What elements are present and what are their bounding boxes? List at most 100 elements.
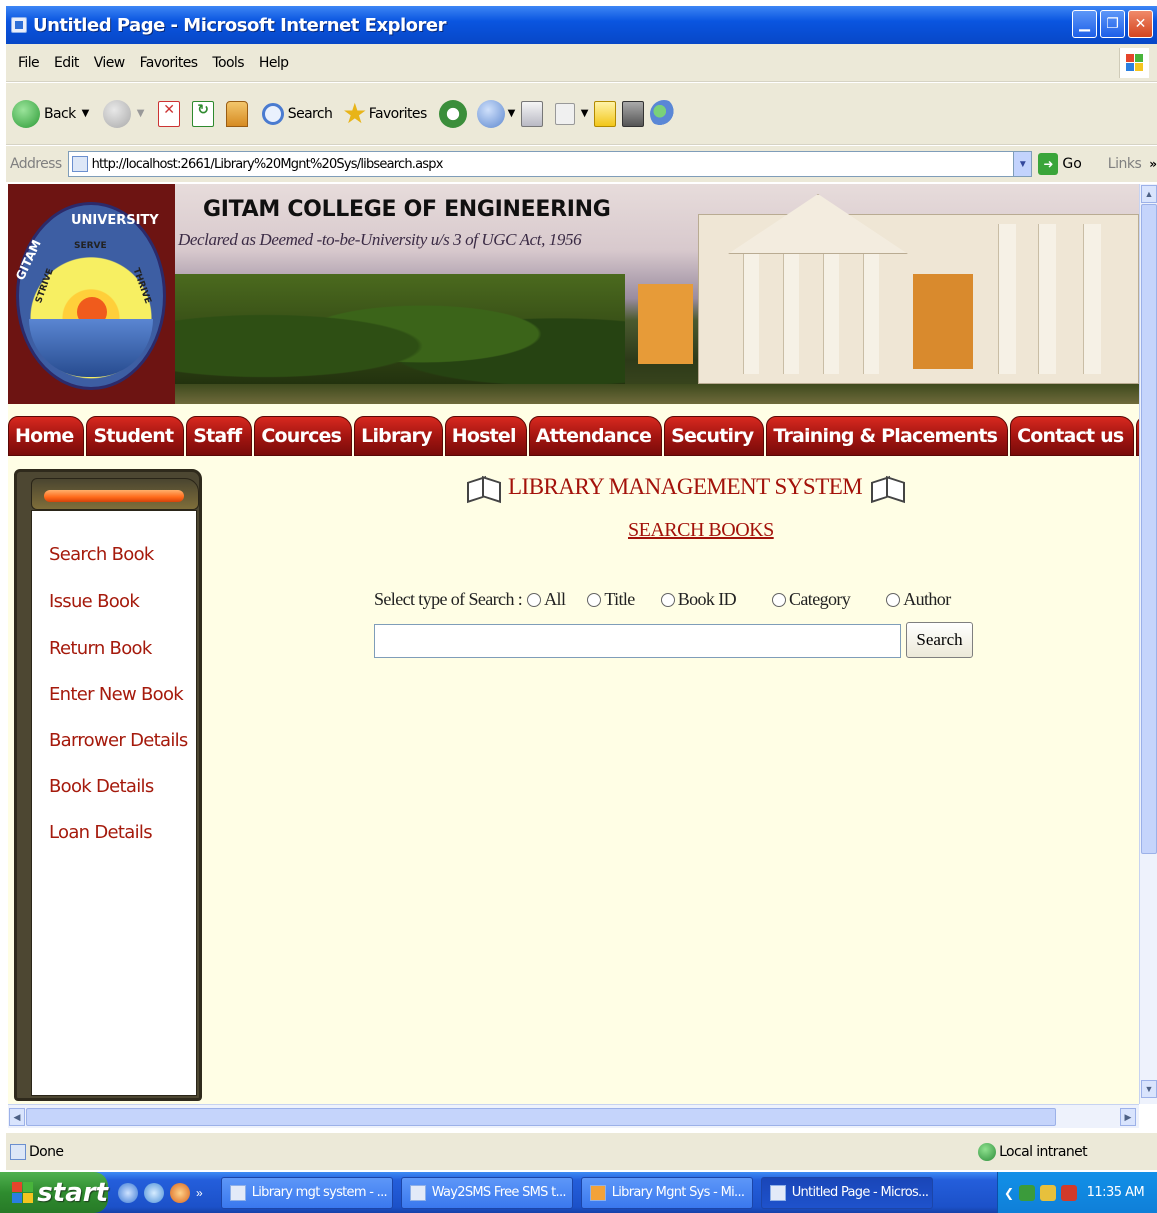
edit-button[interactable]: ▼ bbox=[554, 102, 589, 125]
nav-tab-library[interactable]: Library bbox=[354, 416, 443, 456]
quicklaunch-more-icon[interactable]: » bbox=[196, 1186, 203, 1200]
nav-tab-staff[interactable]: Staff bbox=[186, 416, 253, 456]
search-button[interactable]: Search bbox=[261, 102, 333, 125]
scroll-up-arrow-icon[interactable]: ▲ bbox=[1141, 185, 1157, 203]
radio-circle[interactable] bbox=[527, 592, 542, 607]
side-link-enter-new-book[interactable]: Enter New Book bbox=[49, 684, 184, 705]
search-input[interactable] bbox=[374, 624, 901, 658]
side-link-return-book[interactable]: Return Book bbox=[49, 638, 152, 659]
tray-icon[interactable] bbox=[1039, 1184, 1056, 1201]
nav-tab-training-placements[interactable]: Training & Placements bbox=[766, 416, 1009, 456]
nav-tab-hostel[interactable]: Hostel bbox=[444, 416, 527, 456]
go-button[interactable]: Go bbox=[1062, 156, 1081, 172]
print-icon bbox=[520, 100, 543, 127]
radio-label: Title bbox=[604, 589, 635, 609]
nav-tab-home[interactable]: Home bbox=[8, 416, 85, 456]
banner-column bbox=[863, 254, 879, 374]
taskbar-item-active[interactable]: Untitled Page - Micros... bbox=[760, 1176, 933, 1209]
vertical-scroll-thumb[interactable] bbox=[1141, 204, 1157, 854]
firefox-quicklaunch-icon[interactable] bbox=[170, 1182, 190, 1203]
antivirus-tray-icon[interactable] bbox=[1060, 1184, 1077, 1201]
history-icon bbox=[438, 99, 467, 128]
nav-tab-security[interactable]: Secutiry bbox=[664, 416, 765, 456]
address-dropdown-icon[interactable]: ▼ bbox=[1013, 152, 1032, 176]
nav-tab-courses[interactable]: Cources bbox=[254, 416, 353, 456]
side-link-loan-details[interactable]: Loan Details bbox=[49, 822, 153, 843]
edit-dropdown-icon[interactable]: ▼ bbox=[581, 108, 589, 119]
back-button[interactable]: Back ▼ bbox=[12, 99, 90, 128]
mail-button[interactable]: ▼ bbox=[476, 99, 516, 128]
print-button[interactable] bbox=[520, 100, 543, 127]
discuss-note-icon bbox=[593, 100, 616, 127]
logo-panel: UNIVERSITY SERVE STRIVE THRIVE GITAM bbox=[8, 184, 175, 404]
side-link-issue-book[interactable]: Issue Book bbox=[49, 591, 140, 612]
menu-help[interactable]: Help bbox=[259, 55, 289, 71]
favorites-button[interactable]: ★ Favorites bbox=[342, 99, 427, 128]
radio-all[interactable]: All bbox=[527, 589, 566, 610]
scroll-right-arrow-icon[interactable]: ▶ bbox=[1120, 1108, 1136, 1126]
stop-button[interactable]: ✕ bbox=[150, 100, 180, 127]
forward-dropdown-icon[interactable]: ▼ bbox=[137, 108, 145, 119]
menu-file[interactable]: File bbox=[18, 55, 40, 71]
scroll-left-arrow-icon[interactable]: ◀ bbox=[9, 1108, 25, 1126]
chevron-right-icon[interactable]: » bbox=[1149, 157, 1157, 171]
radio-author[interactable]: Author bbox=[886, 589, 951, 610]
side-link-book-details[interactable]: Book Details bbox=[49, 776, 154, 797]
minimize-button[interactable]: ▁ bbox=[1072, 10, 1097, 38]
network-tray-icon[interactable] bbox=[1018, 1184, 1035, 1201]
back-dropdown-icon[interactable]: ▼ bbox=[82, 108, 90, 119]
address-input[interactable]: http://localhost:2661/Library%20Mgnt%20S… bbox=[67, 151, 1033, 177]
research-button[interactable] bbox=[621, 100, 644, 127]
radio-book-id[interactable]: Book ID bbox=[660, 589, 737, 610]
taskbar-item-label: Library Mgnt Sys - Mi... bbox=[611, 1185, 745, 1200]
radio-circle[interactable] bbox=[660, 592, 675, 607]
refresh-button[interactable]: ↻ bbox=[186, 100, 214, 127]
menu-edit[interactable]: Edit bbox=[54, 55, 79, 71]
nav-tab-attendance[interactable]: Attendance bbox=[528, 416, 663, 456]
side-link-search-book[interactable]: Search Book bbox=[49, 544, 154, 565]
radio-circle[interactable] bbox=[772, 592, 787, 607]
title-bar[interactable]: Untitled Page - Microsoft Internet Explo… bbox=[6, 6, 1157, 44]
radio-title[interactable]: Title bbox=[587, 589, 635, 610]
radio-circle[interactable] bbox=[886, 592, 901, 607]
links-button[interactable]: Links bbox=[1108, 156, 1142, 172]
maximize-button[interactable]: ❐ bbox=[1100, 10, 1125, 38]
discuss-button[interactable] bbox=[593, 100, 616, 127]
tray-expand-icon[interactable]: ❮ bbox=[1004, 1186, 1014, 1200]
college-banner: UNIVERSITY SERVE STRIVE THRIVE GITAM GIT… bbox=[8, 184, 1139, 404]
forward-button[interactable]: ▼ bbox=[95, 99, 145, 128]
search-submit-button[interactable]: Search bbox=[906, 622, 973, 658]
horizontal-scroll-thumb[interactable] bbox=[26, 1108, 1056, 1126]
taskbar-item[interactable]: Library Mgnt Sys - Mi... bbox=[580, 1176, 753, 1209]
menu-tools[interactable]: Tools bbox=[212, 55, 244, 71]
home-icon bbox=[225, 100, 248, 127]
radio-circle[interactable] bbox=[587, 592, 602, 607]
history-button[interactable] bbox=[438, 99, 467, 128]
side-link-barrower-details[interactable]: Barrower Details bbox=[49, 730, 188, 751]
taskbar-item[interactable]: Way2SMS Free SMS t... bbox=[400, 1176, 573, 1209]
start-button[interactable]: start bbox=[0, 1172, 108, 1213]
horizontal-scrollbar[interactable]: ◀ ▶ bbox=[8, 1104, 1139, 1128]
ie-quicklaunch-icon[interactable] bbox=[118, 1182, 138, 1203]
radio-category[interactable]: Category bbox=[772, 589, 851, 610]
page-title: LIBRARY MANAGEMENT SYSTEM bbox=[508, 474, 863, 499]
mail-dropdown-icon[interactable]: ▼ bbox=[508, 108, 516, 119]
go-arrow-icon[interactable]: ➜ bbox=[1038, 153, 1059, 175]
scroll-down-arrow-icon[interactable]: ▼ bbox=[1141, 1080, 1157, 1098]
clock[interactable]: 11:35 AM bbox=[1087, 1185, 1145, 1200]
menu-view[interactable]: View bbox=[94, 55, 125, 71]
vertical-scrollbar[interactable]: ▲ ▼ bbox=[1139, 184, 1157, 1104]
ie-quicklaunch-icon[interactable] bbox=[144, 1182, 164, 1203]
seal-text: THRIVE bbox=[130, 266, 153, 306]
seal-text: SERVE bbox=[74, 241, 107, 251]
taskbar-item[interactable]: Library mgt system - ... bbox=[220, 1176, 393, 1209]
nav-tab-student[interactable]: Student bbox=[86, 416, 185, 456]
refresh-icon: ↻ bbox=[191, 100, 214, 127]
browser-window: Untitled Page - Microsoft Internet Explo… bbox=[0, 0, 1157, 1213]
messenger-button[interactable] bbox=[649, 99, 678, 128]
menu-favorites[interactable]: Favorites bbox=[140, 55, 198, 71]
home-button[interactable] bbox=[220, 100, 248, 127]
nav-tab-contact[interactable]: Contact us bbox=[1010, 416, 1135, 456]
close-button[interactable]: ✕ bbox=[1128, 10, 1153, 38]
address-url[interactable]: http://localhost:2661/Library%20Mgnt%20S… bbox=[92, 157, 444, 172]
